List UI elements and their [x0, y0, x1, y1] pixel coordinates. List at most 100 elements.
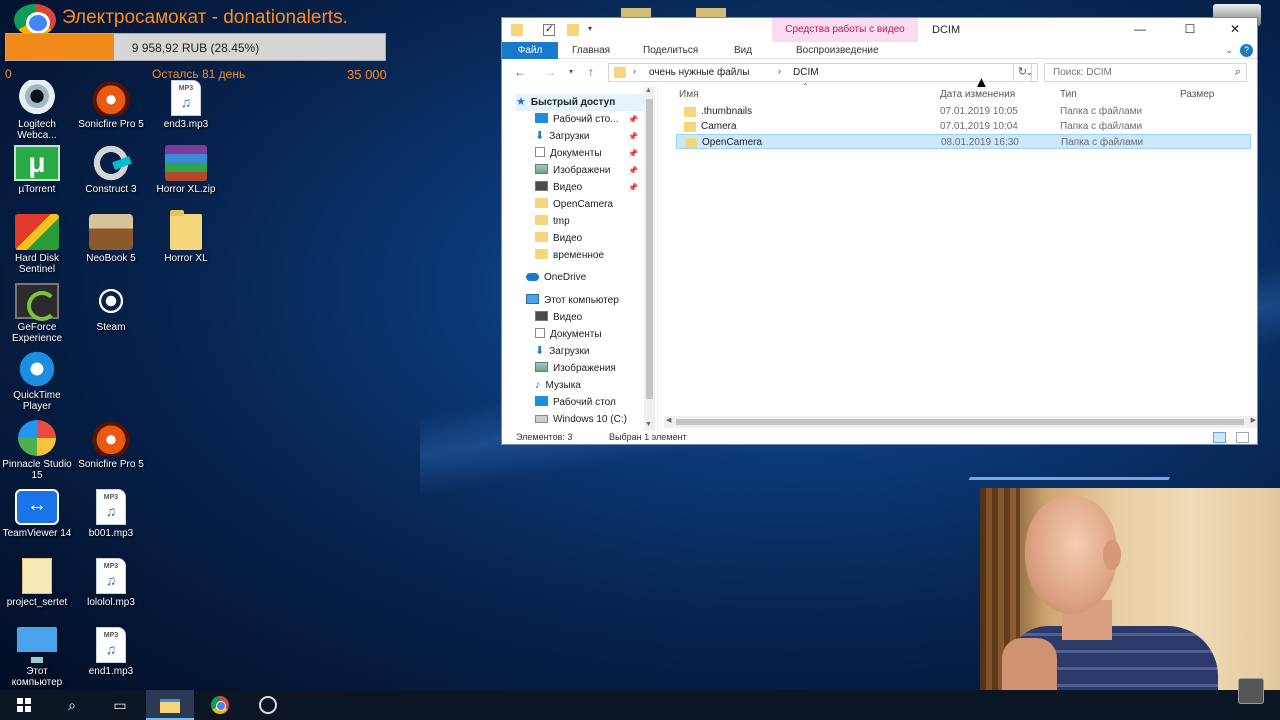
- desktop-icon-pinnacle[interactable]: Pinnacle Studio 15: [1, 420, 73, 481]
- scroll-right-icon[interactable]: ▶: [1251, 416, 1256, 424]
- scrollbar-thumb[interactable]: [676, 419, 1244, 425]
- desktop-icon-quicktime[interactable]: QuickTime Player: [1, 351, 73, 412]
- expand-ribbon-icon[interactable]: ⌄: [1225, 42, 1233, 59]
- nav-label: Загрузки: [549, 346, 590, 357]
- nav-item-videos[interactable]: Видео: [535, 179, 582, 196]
- nav-item-downloads[interactable]: ⬇ Загрузки: [535, 128, 589, 145]
- start-button[interactable]: [0, 690, 48, 720]
- properties-quick-icon[interactable]: [543, 22, 555, 36]
- teamviewer-icon: [15, 489, 59, 525]
- desktop-icon-end1[interactable]: end1.mp3: [75, 627, 147, 677]
- desktop-icon-sonicfire-2[interactable]: Sonicfire Pro 5: [75, 420, 147, 470]
- nav-pc-music[interactable]: ♪ Музыка: [535, 377, 581, 394]
- breadcrumb-segment[interactable]: очень нужные файлы: [649, 67, 749, 78]
- nav-pc-videos[interactable]: Видео: [535, 309, 582, 326]
- windows-logo-icon: [17, 698, 31, 712]
- nav-this-pc[interactable]: Этот компьютер: [526, 292, 619, 309]
- nav-pc-drive-c[interactable]: Windows 10 (C:): [535, 411, 627, 428]
- breadcrumb-segment[interactable]: DCIM: [793, 67, 819, 78]
- taskbar-file-explorer[interactable]: [146, 690, 194, 720]
- nav-quick-access[interactable]: ★ Быстрый доступ: [516, 94, 646, 111]
- column-header-size[interactable]: Размер: [1180, 87, 1214, 103]
- pin-icon[interactable]: 📌: [628, 132, 638, 141]
- desktop-icon-geforce[interactable]: GeForce Experience: [1, 283, 73, 344]
- file-row[interactable]: .thumbnails 07.01.2019 10:05 Папка с фай…: [676, 104, 1251, 119]
- desktop-icon-horror-zip[interactable]: Horror XL.zip: [150, 145, 222, 195]
- folder-icon: [535, 215, 548, 225]
- desktop-icon-utorrent[interactable]: µTorrent: [1, 145, 73, 195]
- video-tools-context-tab[interactable]: Средства работы с видео: [772, 18, 918, 42]
- new-folder-quick-icon[interactable]: [567, 24, 579, 36]
- desktop-icon-this-pc[interactable]: Этот компьютер: [1, 627, 73, 688]
- quick-access-dropdown-icon[interactable]: ▾: [588, 24, 600, 36]
- nav-pc-pictures[interactable]: Изображения: [535, 360, 616, 377]
- desktop-icon-construct[interactable]: Construct 3: [75, 145, 147, 195]
- window-titlebar[interactable]: ▾ Средства работы с видео DCIM — ☐ ✕: [502, 18, 1257, 42]
- nav-pc-documents[interactable]: Документы: [535, 326, 602, 343]
- column-header-type[interactable]: Тип: [1060, 87, 1077, 103]
- nav-label: Видео: [553, 312, 583, 323]
- nav-onedrive[interactable]: OneDrive: [526, 269, 586, 286]
- nav-item-opencamera[interactable]: OpenCamera: [535, 196, 613, 213]
- desktop-icon-hard-disk-sentinel[interactable]: Hard Disk Sentinel: [1, 214, 73, 275]
- scroll-up-icon[interactable]: ▲: [645, 87, 652, 94]
- desktop-icon-neobook[interactable]: NeoBook 5: [75, 214, 147, 264]
- notification-avatar[interactable]: [1238, 678, 1264, 704]
- maximize-button[interactable]: ☐: [1167, 18, 1213, 42]
- nav-item-temporary[interactable]: временное: [535, 247, 604, 264]
- tab-playback[interactable]: Воспроизведение: [786, 42, 889, 59]
- horizontal-scrollbar[interactable]: ◀ ▶: [664, 416, 1257, 428]
- recent-locations-icon[interactable]: ▾: [569, 67, 573, 76]
- file-row-selected[interactable]: OpenCamera 08.01.2019 16:30 Папка с файл…: [676, 134, 1251, 149]
- pin-icon[interactable]: 📌: [628, 115, 638, 124]
- search-input[interactable]: Поиск: DCIM ⌕: [1044, 63, 1247, 82]
- desktop-icon-label: Construct 3: [85, 184, 137, 195]
- file-row[interactable]: Camera 07.01.2019 10:04 Папка с файлами: [676, 119, 1251, 134]
- desktop-icon-steam[interactable]: Steam: [75, 283, 147, 333]
- donation-min-label: 0: [5, 67, 12, 81]
- nav-pc-desktop[interactable]: Рабочий стол: [535, 394, 616, 411]
- desktop-icon-end3[interactable]: end3.mp3: [150, 80, 222, 130]
- back-arrow-icon[interactable]: ←: [514, 65, 526, 79]
- large-icons-view-icon[interactable]: [1236, 432, 1249, 443]
- pin-icon[interactable]: 📌: [628, 149, 638, 158]
- pin-icon[interactable]: 📌: [628, 183, 638, 192]
- scroll-down-icon[interactable]: ▼: [645, 421, 652, 428]
- up-arrow-icon[interactable]: ↑: [588, 65, 594, 79]
- desktop-icon-project-sertet[interactable]: project_sertet: [1, 558, 73, 608]
- navigation-scrollbar[interactable]: ▲ ▼: [644, 87, 655, 431]
- nav-item-documents[interactable]: Документы: [535, 145, 602, 162]
- tab-home[interactable]: Главная: [562, 42, 620, 59]
- close-button[interactable]: ✕: [1212, 18, 1257, 42]
- breadcrumb-separator-icon[interactable]: ›: [633, 66, 636, 76]
- tab-share[interactable]: Поделиться: [633, 42, 708, 59]
- nav-item-desktop[interactable]: Рабочий сто...: [535, 111, 619, 128]
- details-view-icon[interactable]: [1213, 432, 1226, 443]
- help-icon[interactable]: ?: [1240, 44, 1253, 57]
- breadcrumb-separator-icon[interactable]: ›: [778, 66, 781, 76]
- desktop-icon-horror-folder[interactable]: Horror XL: [150, 210, 222, 264]
- refresh-icon[interactable]: ↻: [1013, 63, 1032, 82]
- forward-arrow-icon[interactable]: →: [544, 65, 556, 79]
- column-header-name[interactable]: Имя: [679, 87, 698, 103]
- taskbar-obs[interactable]: [244, 690, 292, 720]
- desktop-icon-sonicfire[interactable]: Sonicfire Pro 5: [75, 80, 147, 130]
- nav-pc-downloads[interactable]: ⬇ Загрузки: [535, 343, 589, 360]
- nav-item-tmp[interactable]: tmp: [535, 213, 570, 230]
- nav-item-pictures[interactable]: Изображени: [535, 162, 610, 179]
- desktop-icon-logitech[interactable]: Logitech Webca...: [1, 80, 73, 141]
- desktop-icon-b001[interactable]: b001.mp3: [75, 489, 147, 539]
- minimize-button[interactable]: —: [1117, 18, 1163, 42]
- search-button[interactable]: ⌕: [48, 690, 96, 720]
- nav-item-video-folder[interactable]: Видео: [535, 230, 582, 247]
- tab-file[interactable]: Файл: [502, 42, 558, 59]
- desktop-icon-lololol[interactable]: lololol.mp3: [75, 558, 147, 608]
- file-name: OpenCamera: [702, 137, 763, 148]
- tab-view[interactable]: Вид: [724, 42, 762, 59]
- task-view-button[interactable]: ▭: [96, 690, 144, 720]
- scrollbar-thumb[interactable]: [646, 99, 653, 399]
- taskbar-chrome[interactable]: [196, 690, 244, 720]
- pin-icon[interactable]: 📌: [628, 166, 638, 175]
- desktop-icon-teamviewer[interactable]: TeamViewer 14: [1, 489, 73, 539]
- scroll-left-icon[interactable]: ◀: [666, 416, 671, 424]
